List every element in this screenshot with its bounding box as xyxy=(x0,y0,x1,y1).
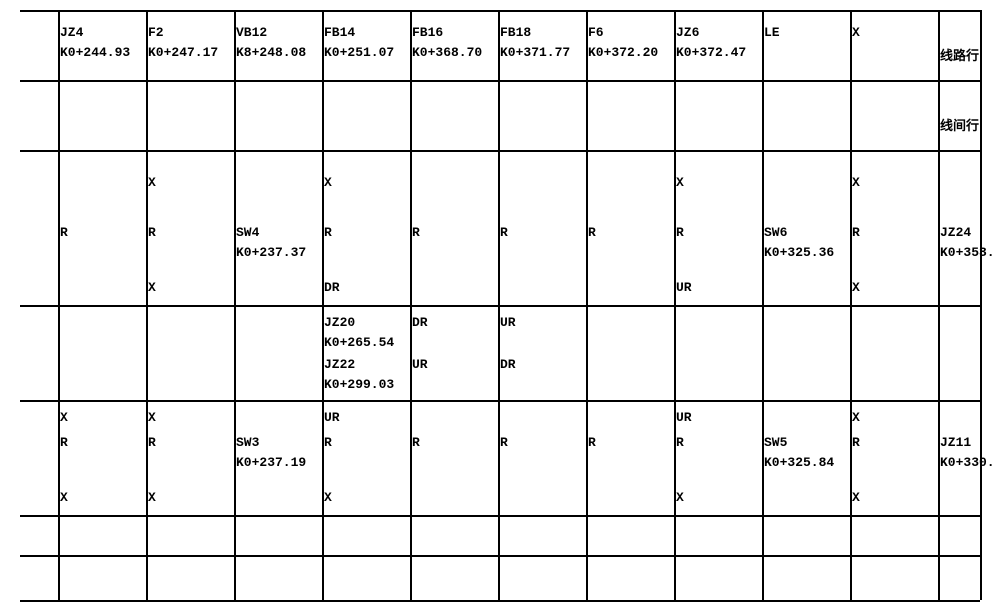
mid-r1-4: DR xyxy=(412,315,428,330)
b2-r4-1: X xyxy=(148,490,156,505)
hline-0 xyxy=(20,10,980,12)
b1-r3-8: K0+325.36 xyxy=(764,245,834,260)
vline-2 xyxy=(234,10,236,600)
vline-8 xyxy=(762,10,764,600)
b1-r2-7: R xyxy=(676,225,684,240)
header-sub-6: K0+372.20 xyxy=(588,45,658,60)
b2-r1-3: UR xyxy=(324,410,340,425)
b1-r2-8: SW6 xyxy=(764,225,787,240)
vline-9 xyxy=(850,10,852,600)
b2-r2-3: R xyxy=(324,435,332,450)
b2-r3-8: K0+325.84 xyxy=(764,455,834,470)
header-sub-0: K0+244.93 xyxy=(60,45,130,60)
b1-r2-3: R xyxy=(324,225,332,240)
header-label-0: JZ4 xyxy=(60,25,83,40)
b2-r4-0: X xyxy=(60,490,68,505)
mid-r3-4: UR xyxy=(412,357,428,372)
b2-r2-10: JZ11 xyxy=(940,435,971,450)
vline-1 xyxy=(146,10,148,600)
b2-r1-1: X xyxy=(148,410,156,425)
header-label-4: FB16 xyxy=(412,25,443,40)
vline-3 xyxy=(322,10,324,600)
b2-r2-2: SW3 xyxy=(236,435,259,450)
header-label-7: JZ6 xyxy=(676,25,699,40)
b1-r1-7: X xyxy=(676,175,684,190)
mid-r2-3: K0+265.54 xyxy=(324,335,394,350)
header-label-8: LE xyxy=(764,25,780,40)
hline-2 xyxy=(20,150,980,152)
header-sub-3: K0+251.07 xyxy=(324,45,394,60)
header-label-2: VB12 xyxy=(236,25,267,40)
b1-r2-5: R xyxy=(500,225,508,240)
b2-r2-9: R xyxy=(852,435,860,450)
header-label-6: F6 xyxy=(588,25,604,40)
b2-r4-7: X xyxy=(676,490,684,505)
header-label-1: F2 xyxy=(148,25,164,40)
mid-r3-5: DR xyxy=(500,357,516,372)
b1-r4-1: X xyxy=(148,280,156,295)
hline-6 xyxy=(20,555,980,557)
b2-r2-6: R xyxy=(588,435,596,450)
mid-r1-3: JZ20 xyxy=(324,315,355,330)
b2-r2-8: SW5 xyxy=(764,435,787,450)
vline-6 xyxy=(586,10,588,600)
header-label-5: FB18 xyxy=(500,25,531,40)
header-sub-5: K0+371.77 xyxy=(500,45,570,60)
row-label-2: 线间行 xyxy=(940,115,979,134)
b1-r2-9: R xyxy=(852,225,860,240)
hline-4 xyxy=(20,400,980,402)
vline-end xyxy=(980,10,982,600)
b1-r3-2: K0+237.37 xyxy=(236,245,306,260)
b2-r2-0: R xyxy=(60,435,68,450)
b2-r2-4: R xyxy=(412,435,420,450)
b1-r2-4: R xyxy=(412,225,420,240)
hline-1 xyxy=(20,80,980,82)
b2-r2-1: R xyxy=(148,435,156,450)
b1-r3-10: K0+353. xyxy=(940,245,995,260)
header-sub-4: K0+368.70 xyxy=(412,45,482,60)
vline-7 xyxy=(674,10,676,600)
header-label-3: FB14 xyxy=(324,25,355,40)
b2-r1-7: UR xyxy=(676,410,692,425)
hline-3 xyxy=(20,305,980,307)
mid-r4-3: K0+299.03 xyxy=(324,377,394,392)
b2-r2-5: R xyxy=(500,435,508,450)
vline-4 xyxy=(410,10,412,600)
header-sub-2: K8+248.08 xyxy=(236,45,306,60)
header-label-9: X xyxy=(852,25,860,40)
vline-10 xyxy=(938,10,940,600)
b2-r3-2: K0+237.19 xyxy=(236,455,306,470)
b1-r4-7: UR xyxy=(676,280,692,295)
b1-r4-3: DR xyxy=(324,280,340,295)
b1-r1-3: X xyxy=(324,175,332,190)
b1-r2-6: R xyxy=(588,225,596,240)
b2-r4-9: X xyxy=(852,490,860,505)
header-sub-7: K0+372.47 xyxy=(676,45,746,60)
b1-r2-1: R xyxy=(148,225,156,240)
vline-0 xyxy=(58,10,60,600)
b2-r3-10: K0+330. xyxy=(940,455,995,470)
mid-r3-3: JZ22 xyxy=(324,357,355,372)
b1-r1-9: X xyxy=(852,175,860,190)
hline-7 xyxy=(20,600,980,602)
b1-r2-10: JZ24 xyxy=(940,225,971,240)
b2-r4-3: X xyxy=(324,490,332,505)
b2-r2-7: R xyxy=(676,435,684,450)
b1-r4-9: X xyxy=(852,280,860,295)
header-sub-1: K0+247.17 xyxy=(148,45,218,60)
row-label-1: 线路行 xyxy=(940,45,979,64)
hline-5 xyxy=(20,515,980,517)
b1-r2-2: SW4 xyxy=(236,225,259,240)
vline-5 xyxy=(498,10,500,600)
b2-r1-9: X xyxy=(852,410,860,425)
b1-r1-1: X xyxy=(148,175,156,190)
b2-r1-0: X xyxy=(60,410,68,425)
mid-r1-5: UR xyxy=(500,315,516,330)
b1-r2-0: R xyxy=(60,225,68,240)
